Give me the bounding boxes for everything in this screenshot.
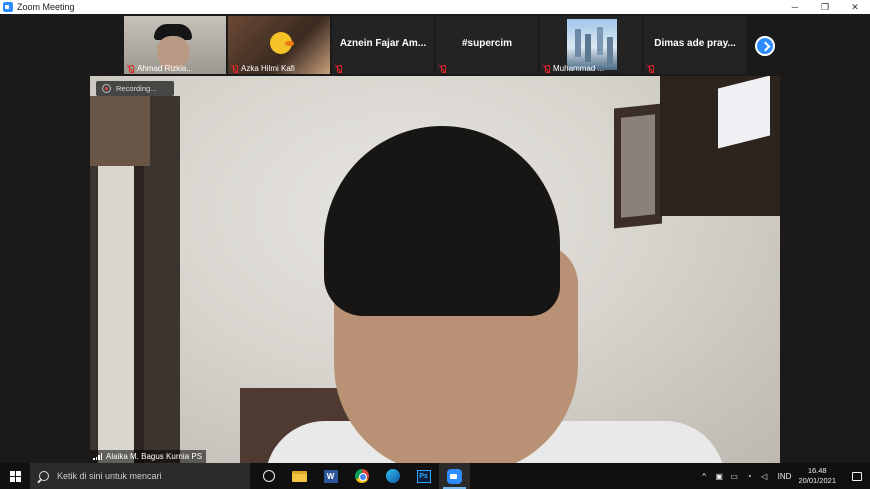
search-icon [39, 471, 49, 481]
speaker-head [320, 126, 580, 463]
participant-label: Azka Hilmi Kafi [231, 64, 295, 73]
show-hidden-icons-chevron[interactable]: ^ [697, 463, 712, 489]
participant-label: Ahmad Rizkia... [127, 64, 193, 73]
video-door [90, 96, 180, 463]
zoom-taskbar-button[interactable] [439, 463, 470, 489]
restore-button[interactable]: ❐ [810, 0, 840, 14]
participant-tile[interactable]: Aznein Fajar Am... [332, 16, 434, 74]
word-button[interactable]: W [315, 463, 346, 489]
system-tray: ^ ▣ ▭ ◔ ◁ IND 16.48 20/01/2021 [697, 463, 870, 489]
clock-date: 20/01/2021 [798, 476, 836, 485]
zoom-app-icon [3, 2, 13, 12]
participant-label: Muhammad ... [543, 64, 604, 73]
participant-tile[interactable]: #supercim [436, 16, 538, 74]
photoshop-button[interactable]: Ps [408, 463, 439, 489]
title-bar: Zoom Meeting ─ ❐ ✕ [0, 0, 870, 14]
window-title: Zoom Meeting [17, 2, 75, 12]
mic-muted-icon [543, 64, 550, 73]
participant-video [567, 19, 617, 70]
participant-label [647, 65, 654, 73]
mic-muted-icon [439, 65, 446, 73]
participant-display-name: Dimas ade pray... [654, 38, 736, 49]
participant-tile[interactable]: Dimas ade pray... [644, 16, 746, 74]
zoom-icon [447, 468, 462, 484]
mic-muted-icon [647, 65, 654, 73]
minimize-button[interactable]: ─ [780, 0, 810, 14]
notification-icon [852, 471, 862, 481]
mic-muted-icon [127, 64, 134, 73]
action-center-button[interactable] [844, 463, 870, 489]
participant-display-name: Aznein Fajar Am... [339, 38, 427, 49]
participant-strip: Ahmad Rizkia... Azka Hilmi Kafi Aznein F… [124, 16, 746, 74]
participant-name: Ahmad Rizkia... [137, 64, 194, 73]
meeting-area: Ahmad Rizkia... Azka Hilmi Kafi Aznein F… [0, 14, 870, 463]
participant-tile[interactable]: Azka Hilmi Kafi [228, 16, 330, 74]
participant-tile[interactable]: Ahmad Rizkia... [124, 16, 226, 74]
recording-label: Recording... [116, 84, 157, 93]
mic-muted-icon [231, 64, 238, 73]
recording-indicator[interactable]: Recording... [96, 81, 174, 96]
clock[interactable]: 16.48 20/01/2021 [798, 466, 836, 486]
participant-label [335, 65, 342, 73]
file-explorer-button[interactable] [284, 463, 315, 489]
folder-icon [292, 470, 307, 482]
taskbar-search[interactable] [30, 463, 250, 489]
edge-button[interactable] [377, 463, 408, 489]
windows-taskbar: W Ps ^ ▣ ▭ ◔ ◁ IND 16.48 20/01/2021 [0, 463, 870, 489]
start-button[interactable] [0, 463, 30, 489]
battery-icon[interactable]: ▭ [727, 463, 742, 489]
record-icon [102, 84, 111, 93]
input-language[interactable]: IND [778, 472, 792, 481]
participant-display-name: #supercim [461, 38, 513, 49]
participant-label [439, 65, 446, 73]
participant-tile[interactable]: Muhammad ... [540, 16, 642, 74]
task-view-button[interactable] [253, 463, 284, 489]
volume-icon[interactable]: ◁ [757, 463, 772, 489]
window-controls: ─ ❐ ✕ [780, 0, 870, 14]
speaker-name: Alaika M. Bagus Kurnia PS [106, 452, 203, 461]
video-window [660, 76, 780, 216]
windows-logo-icon [9, 470, 21, 482]
close-button[interactable]: ✕ [840, 0, 870, 14]
video-picture-frame [614, 103, 662, 229]
search-input[interactable] [57, 471, 237, 481]
signal-strength-icon [93, 453, 102, 460]
tray-app-icon[interactable]: ▣ [712, 463, 727, 489]
cortana-icon [262, 470, 275, 482]
word-icon: W [323, 469, 338, 483]
chrome-icon [354, 469, 369, 483]
participant-name: Azka Hilmi Kafi [241, 64, 295, 73]
next-page-chevron-icon[interactable] [755, 36, 775, 56]
chrome-button[interactable] [346, 463, 377, 489]
mic-muted-icon [335, 65, 342, 73]
clock-time: 16.48 [807, 466, 827, 475]
photoshop-icon: Ps [416, 469, 431, 483]
wifi-icon[interactable]: ◔ [742, 463, 757, 489]
speaker-name-tag: Alaika M. Bagus Kurnia PS [90, 450, 207, 463]
participant-name: Muhammad ... [553, 64, 605, 73]
active-speaker-video: Recording... Alaika M. Bagus Kurnia PS [90, 76, 780, 463]
edge-icon [385, 469, 400, 483]
participant-video [270, 32, 294, 54]
